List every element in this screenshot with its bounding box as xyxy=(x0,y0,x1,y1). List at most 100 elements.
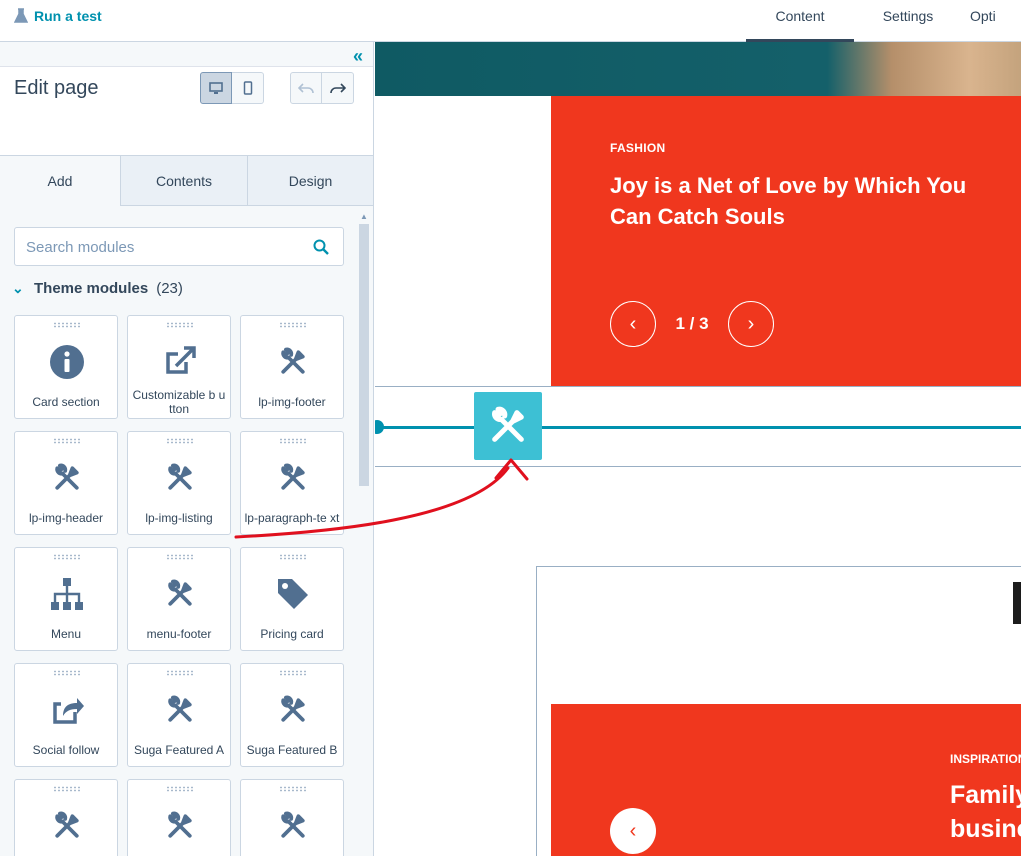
hero-image xyxy=(375,42,1021,96)
drag-handle-icon[interactable] xyxy=(53,670,81,676)
device-toggle xyxy=(200,72,264,104)
module-tile[interactable]: Card section xyxy=(14,315,118,419)
search-icon[interactable] xyxy=(313,239,329,255)
info-icon xyxy=(49,344,85,380)
module-label xyxy=(18,850,114,856)
module-tile[interactable]: Customizable b utton xyxy=(127,315,231,419)
card-title-line: Family xyxy=(950,781,1021,809)
tools-icon xyxy=(275,460,311,496)
tools-icon xyxy=(162,808,198,844)
hero-category: FASHION xyxy=(610,141,666,155)
module-label: lp-img-listing xyxy=(145,511,213,525)
tools-icon xyxy=(275,808,311,844)
prev-slide-button[interactable]: ‹ xyxy=(610,808,656,854)
undo-button[interactable] xyxy=(290,72,322,104)
redo-icon xyxy=(329,83,346,94)
heading-fragment xyxy=(1013,582,1021,624)
module-label: Social follow xyxy=(32,743,100,757)
tab-contents[interactable]: Contents xyxy=(120,156,247,206)
drop-indicator-dot xyxy=(375,420,384,434)
inspiration-card[interactable]: ‹ INSPIRATION Family busine xyxy=(551,704,1021,856)
drag-handle-icon[interactable] xyxy=(166,786,194,792)
top-tabs: Content Settings Opti xyxy=(746,0,1021,42)
drag-handle-icon[interactable] xyxy=(166,670,194,676)
module-tile[interactable]: Suga Featured A xyxy=(127,663,231,767)
tools-icon xyxy=(162,576,198,612)
prev-slide-button[interactable]: ‹ xyxy=(610,301,656,347)
mobile-view-button[interactable] xyxy=(232,72,264,104)
module-label: Customizable b utton xyxy=(132,388,226,416)
tools-icon xyxy=(275,344,311,380)
module-tile[interactable]: lp-img-header xyxy=(14,431,118,535)
module-tile[interactable]: Menu xyxy=(14,547,118,651)
undo-redo-group xyxy=(290,72,354,104)
next-slide-button[interactable]: › xyxy=(728,301,774,347)
module-tile[interactable]: lp-img-listing xyxy=(127,431,231,535)
tab-settings[interactable]: Settings xyxy=(854,0,962,42)
module-tile[interactable]: lp-paragraph-te xt xyxy=(240,431,344,535)
run-test-label: Run a test xyxy=(34,8,102,24)
tools-icon xyxy=(162,692,198,728)
scroll-up-arrow-icon[interactable]: ▲ xyxy=(360,212,368,221)
tag-icon xyxy=(275,576,311,612)
module-label: lp-img-footer xyxy=(258,395,326,409)
card-title: Family busine xyxy=(950,778,1021,846)
page-canvas[interactable]: FASHION Joy is a Net of Love by Which Yo… xyxy=(375,42,1021,856)
drag-handle-icon[interactable] xyxy=(166,554,194,560)
module-label: Card section xyxy=(32,395,100,409)
scrollbar-thumb[interactable] xyxy=(359,224,369,486)
drag-handle-icon[interactable] xyxy=(279,554,307,560)
drag-handle-icon[interactable] xyxy=(166,322,194,328)
edit-sidebar: « Edit page Add Contents Design Search m… xyxy=(0,42,374,856)
drag-handle-icon[interactable] xyxy=(53,554,81,560)
drag-handle-icon[interactable] xyxy=(53,786,81,792)
tools-icon xyxy=(162,460,198,496)
tools-icon xyxy=(49,460,85,496)
module-label: Suga Listing Gri xyxy=(244,850,340,856)
desktop-icon xyxy=(209,81,223,94)
drag-handle-icon[interactable] xyxy=(53,438,81,444)
tab-design[interactable]: Design xyxy=(247,156,373,206)
sidebar-scrollbar[interactable]: ▲ xyxy=(357,212,371,856)
search-modules-input[interactable]: Search modules xyxy=(14,227,344,266)
module-tile[interactable]: Suga Listing Gri xyxy=(240,779,344,856)
module-tile[interactable] xyxy=(14,779,118,856)
module-label: menu-footer xyxy=(146,627,212,641)
drag-handle-icon[interactable] xyxy=(279,670,307,676)
undo-icon xyxy=(298,83,314,94)
drag-handle-icon[interactable] xyxy=(279,786,307,792)
tab-add[interactable]: Add xyxy=(0,156,120,206)
share-icon xyxy=(49,692,85,728)
run-test-link[interactable]: Run a test xyxy=(14,8,102,24)
card-title-line: busine xyxy=(950,815,1021,843)
module-tile[interactable]: Social follow xyxy=(14,663,118,767)
section-count: (23) xyxy=(156,280,183,297)
redo-button[interactable] xyxy=(322,72,354,104)
section-divider xyxy=(375,466,1021,467)
drag-handle-icon[interactable] xyxy=(279,438,307,444)
chevron-down-icon: ⌄ xyxy=(12,280,24,296)
slider-pager: ‹ 1 / 3 › xyxy=(610,301,774,347)
drag-handle-icon[interactable] xyxy=(166,438,194,444)
dragged-module-ghost[interactable] xyxy=(474,392,542,460)
desktop-view-button[interactable] xyxy=(200,72,232,104)
module-tile[interactable]: menu-footer xyxy=(127,547,231,651)
section-title: Theme modules xyxy=(34,280,149,297)
section-divider xyxy=(375,386,1021,387)
tools-icon xyxy=(492,406,524,442)
hero-card[interactable]: FASHION Joy is a Net of Love by Which Yo… xyxy=(551,96,1021,386)
module-tile[interactable]: lp-img-footer xyxy=(240,315,344,419)
tab-optimize[interactable]: Opti xyxy=(962,0,1021,42)
module-tile[interactable] xyxy=(127,779,231,856)
pager-counter: 1 / 3 xyxy=(675,314,709,333)
tab-content[interactable]: Content xyxy=(746,0,854,42)
module-tile[interactable]: Pricing card xyxy=(240,547,344,651)
sidebar-tabs: Add Contents Design xyxy=(0,156,373,206)
flask-icon xyxy=(14,8,28,23)
module-tile[interactable]: Suga Featured B xyxy=(240,663,344,767)
theme-modules-section-header[interactable]: ⌄ Theme modules (23) xyxy=(12,280,183,297)
top-bar: Run a test Content Settings Opti xyxy=(0,0,1021,42)
drag-handle-icon[interactable] xyxy=(53,322,81,328)
drag-handle-icon[interactable] xyxy=(279,322,307,328)
collapse-sidebar-icon[interactable]: « xyxy=(353,46,363,67)
